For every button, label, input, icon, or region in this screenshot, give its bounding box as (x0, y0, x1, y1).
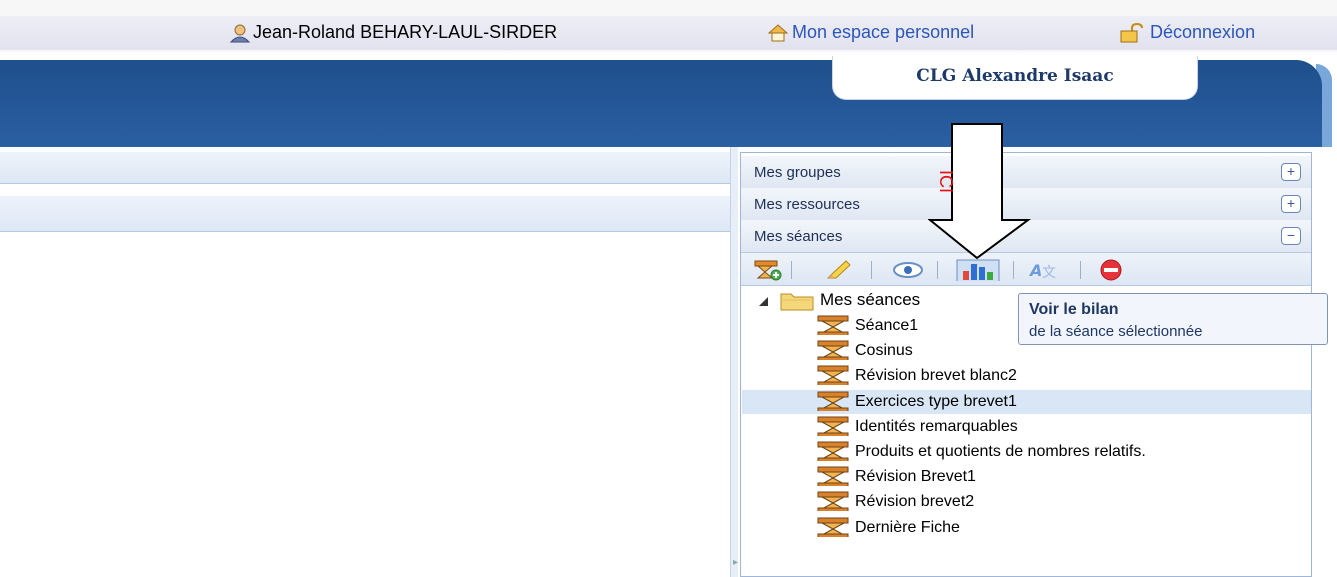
toolbar-separator (1080, 261, 1081, 279)
tree-item[interactable]: Exercices type brevet1 (742, 390, 1311, 414)
tree-item-label: Dernière Fiche (855, 519, 960, 536)
school-name: CLG Alexandre Isaac (832, 56, 1198, 100)
folder-icon (780, 293, 814, 311)
tree-item-label: Cosinus (855, 342, 913, 359)
section-title: Mes ressources (754, 196, 860, 213)
tooltip: Voir le bilan de la séance sélectionnée (1018, 293, 1328, 345)
home-icon[interactable] (767, 22, 789, 44)
toolbar-separator (871, 261, 872, 279)
tree-item-label: Révision brevet blanc2 (855, 367, 1017, 384)
tree-item[interactable]: Révision Brevet1 (742, 465, 1311, 489)
delete-icon[interactable] (1098, 259, 1124, 281)
add-seance-icon[interactable] (753, 259, 783, 281)
tree-item-label: Révision Brevet1 (855, 468, 976, 485)
bilan-chart-icon[interactable] (956, 259, 1000, 281)
tree-item-label: Révision brevet2 (855, 493, 975, 510)
expand-icon[interactable]: + (1281, 195, 1301, 213)
annotation-label: ICI (936, 170, 956, 194)
tree-item-label: Séance1 (855, 317, 919, 334)
logout-link[interactable]: Déconnexion (1150, 22, 1255, 43)
seance-icon (817, 466, 849, 486)
tree-item[interactable]: Dernière Fiche (742, 516, 1311, 540)
toolbar-separator (791, 261, 792, 279)
tree-item[interactable]: Révision brevet blanc2 (742, 364, 1311, 388)
tree-item[interactable]: Identités remarquables (742, 415, 1311, 439)
translate-icon[interactable]: A 文 (1027, 259, 1061, 281)
collapse-icon[interactable]: − (1281, 227, 1301, 245)
tree-item-label: Exercices type brevet1 (855, 393, 1017, 410)
tooltip-title: Voir le bilan (1029, 301, 1119, 318)
left-panel-header (0, 152, 737, 184)
tooltip-subtitle: de la séance sélectionnée (1029, 323, 1203, 340)
splitter-arrow-icon[interactable]: ▸ (733, 557, 738, 569)
tree-root-label[interactable]: Mes séances (820, 290, 920, 310)
edit-icon[interactable] (824, 259, 852, 281)
svg-text:文: 文 (1042, 265, 1056, 281)
home-link[interactable]: Mon espace personnel (792, 22, 974, 43)
left-panel-toolbar (0, 196, 737, 232)
splitter[interactable] (730, 147, 738, 577)
expand-icon[interactable]: + (1281, 163, 1301, 181)
toolbar-separator (937, 261, 938, 279)
tree-item[interactable]: Révision brevet2 (742, 490, 1311, 514)
view-icon[interactable] (892, 259, 924, 281)
tree-item-label: Identités remarquables (855, 418, 1018, 435)
svg-text:A: A (1028, 261, 1042, 280)
unlock-icon[interactable] (1118, 22, 1148, 44)
toolbar-separator (1013, 261, 1014, 279)
seance-icon (817, 315, 849, 335)
user-icon (229, 24, 251, 43)
tree-item[interactable]: Produits et quotients de nombres relatif… (742, 440, 1311, 464)
seance-icon (817, 517, 849, 537)
seance-icon (817, 340, 849, 360)
user-name: Jean-Roland BEHARY-LAUL-SIRDER (253, 22, 558, 42)
tree-expand-arrow-icon[interactable] (757, 295, 771, 309)
seance-icon (817, 491, 849, 511)
seance-icon (817, 441, 849, 461)
tree-item-label: Produits et quotients de nombres relatif… (855, 443, 1146, 460)
section-title: Mes séances (754, 228, 843, 245)
section-title: Mes groupes (754, 164, 841, 181)
seance-icon (817, 416, 849, 436)
seance-icon (817, 391, 849, 411)
seance-icon (817, 365, 849, 385)
